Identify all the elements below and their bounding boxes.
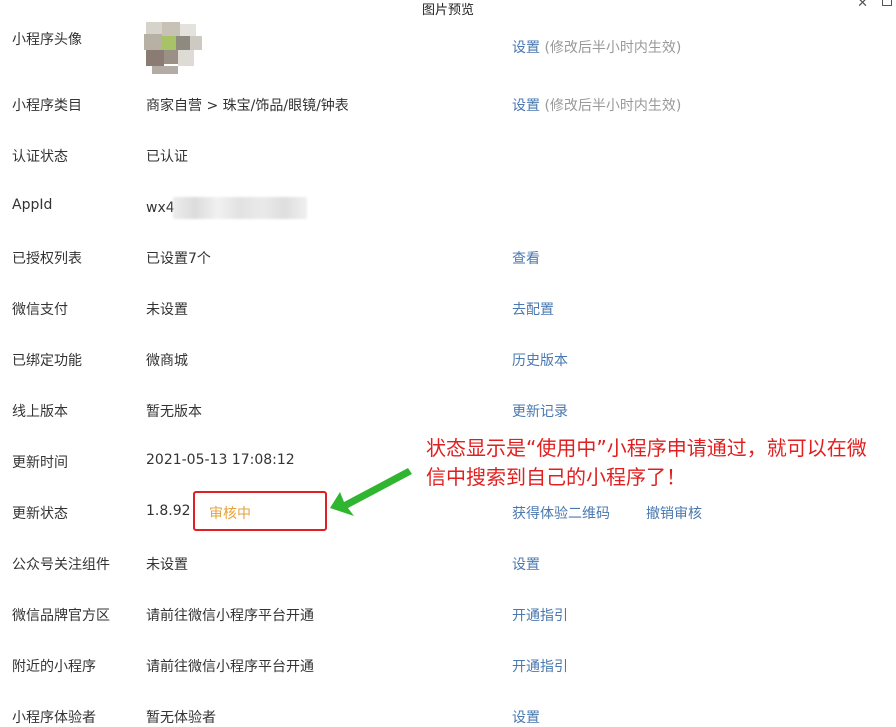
row-appid: AppId wx4 — [0, 197, 896, 219]
pay-configure-link[interactable]: 去配置 — [512, 299, 554, 319]
highlight-box — [193, 491, 327, 531]
label-avatar: 小程序头像 — [12, 32, 82, 48]
value-version: 1.8.92 — [146, 503, 191, 519]
label-nearby: 附近的小程序 — [12, 659, 96, 675]
appid-redaction — [172, 197, 307, 219]
avatar-note: (修改后半小时内生效) — [544, 40, 682, 56]
label-category: 小程序类目 — [12, 98, 82, 114]
value-nearby: 请前往微信小程序平台开通 — [146, 659, 314, 675]
row-avatar: 小程序头像 设置 (修改后半小时内生效) — [0, 29, 896, 56]
value-follow: 未设置 — [146, 557, 188, 573]
row-update-status: 更新状态 1.8.92 审核中 获得体验二维码 撤销审核 — [0, 503, 896, 523]
label-tester: 小程序体验者 — [12, 710, 96, 726]
row-tester: 小程序体验者 暂无体验者 设置 — [0, 707, 896, 727]
value-authlist: 已设置7个 — [146, 251, 211, 267]
value-online: 暂无版本 — [146, 404, 202, 420]
annotation-text: 状态显示是“使用中”小程序申请通过，就可以在微信中搜索到自己的小程序了！ — [426, 436, 867, 489]
avatar-set-label[interactable]: 设置 — [512, 40, 540, 56]
label-auth: 认证状态 — [12, 149, 68, 165]
value-update-time: 2021-05-13 17:08:12 — [146, 452, 295, 468]
appid-prefix: wx4 — [146, 200, 175, 216]
row-bound: 已绑定功能 微商城 历史版本 — [0, 350, 896, 370]
nearby-guide-link[interactable]: 开通指引 — [512, 656, 568, 676]
row-follow: 公众号关注组件 未设置 设置 — [0, 554, 896, 574]
value-tester: 暂无体验者 — [146, 710, 216, 726]
follow-set-link[interactable]: 设置 — [512, 554, 540, 574]
label-authlist: 已授权列表 — [12, 251, 82, 267]
row-category: 小程序类目 商家自营 > 珠宝/饰品/眼镜/钟表 设置 (修改后半小时内生效) — [0, 95, 896, 115]
category-set-link[interactable]: 设置 (修改后半小时内生效) — [512, 95, 681, 115]
get-trial-qrcode-link[interactable]: 获得体验二维码 — [512, 503, 610, 523]
history-versions-link[interactable]: 历史版本 — [512, 350, 568, 370]
arrow-icon — [330, 468, 412, 516]
label-pay: 微信支付 — [12, 302, 68, 318]
authlist-view-link[interactable]: 查看 — [512, 248, 540, 268]
category-set-label[interactable]: 设置 — [512, 98, 540, 114]
row-brand: 微信品牌官方区 请前往微信小程序平台开通 开通指引 — [0, 605, 896, 625]
row-pay: 微信支付 未设置 去配置 — [0, 299, 896, 319]
brand-guide-link[interactable]: 开通指引 — [512, 605, 568, 625]
window-title: 图片预览 — [421, 3, 474, 18]
update-log-link[interactable]: 更新记录 — [512, 401, 568, 421]
label-follow: 公众号关注组件 — [12, 557, 110, 573]
row-authlist: 已授权列表 已设置7个 查看 — [0, 248, 896, 268]
row-online: 线上版本 暂无版本 更新记录 — [0, 401, 896, 421]
value-pay: 未设置 — [146, 302, 188, 318]
category-note: (修改后半小时内生效) — [544, 98, 682, 114]
label-bound: 已绑定功能 — [12, 353, 82, 369]
label-update-status: 更新状态 — [12, 506, 68, 522]
value-category: 商家自营 > 珠宝/饰品/眼镜/钟表 — [146, 98, 349, 114]
value-appid: wx4 — [146, 197, 307, 219]
avatar-image — [144, 22, 202, 74]
value-auth: 已认证 — [146, 149, 188, 165]
row-nearby: 附近的小程序 请前往微信小程序平台开通 开通指引 — [0, 656, 896, 676]
row-auth: 认证状态 已认证 — [0, 146, 896, 166]
avatar-set-link[interactable]: 设置 (修改后半小时内生效) — [512, 37, 681, 57]
label-update-time: 更新时间 — [12, 455, 68, 471]
revoke-review-link[interactable]: 撤销审核 — [646, 503, 702, 523]
value-bound: 微商城 — [146, 353, 188, 369]
value-brand: 请前往微信小程序平台开通 — [146, 608, 314, 624]
close-icon[interactable]: ✕ — [857, 0, 868, 11]
maximize-icon[interactable] — [882, 0, 892, 6]
tester-set-link[interactable]: 设置 — [512, 707, 540, 727]
label-appid: AppId — [12, 197, 53, 213]
label-brand: 微信品牌官方区 — [12, 608, 110, 624]
label-online: 线上版本 — [12, 404, 68, 420]
title-bar: 图片预览 ✕ — [0, 0, 896, 18]
